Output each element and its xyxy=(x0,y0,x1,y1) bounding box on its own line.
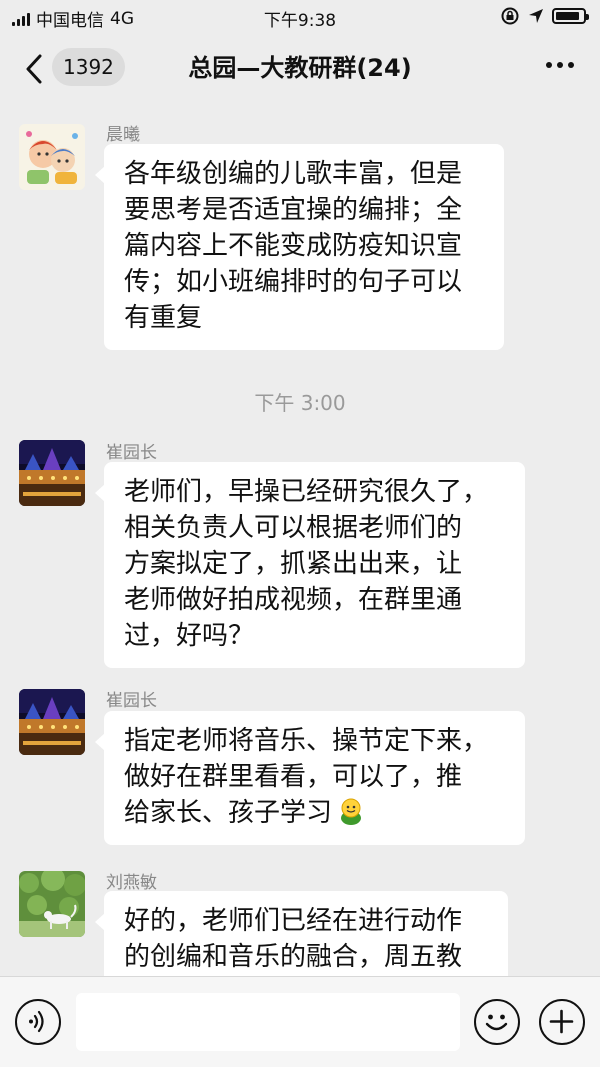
message-text: 要思考是否适宜操的编排；全 xyxy=(124,195,463,225)
smiling-face-emoji xyxy=(341,798,362,825)
avatar[interactable] xyxy=(19,124,85,190)
message-text: 篇内容上不能变成防疫知识宣 xyxy=(124,231,463,261)
sender-name: 崔园长 xyxy=(106,691,157,711)
rotation-lock-icon xyxy=(501,7,519,25)
unread-count-badge[interactable]: 1392 xyxy=(52,48,125,86)
message-bubble[interactable]: 指定老师将音乐、操节定下来， 做好在群里看看，可以了，推 给家长、孩子学习 xyxy=(95,711,525,845)
status-right xyxy=(500,6,589,26)
input-bar xyxy=(0,976,600,1067)
location-icon xyxy=(529,9,543,23)
time-divider: 下午 3:00 xyxy=(254,391,346,415)
message-bubble[interactable]: 老师们，早操已经研究很久了， 相关负责人可以根据老师们的 方案拟定了，抓紧出出来… xyxy=(95,462,525,668)
message-text: 的创编和音乐的融合，周五教 xyxy=(124,942,463,972)
message-text: 做好在群里看看，可以了，推 xyxy=(124,762,463,792)
chat-title: 总园—大教研群(24) xyxy=(188,54,412,82)
voice-icon[interactable] xyxy=(15,999,61,1045)
message-bubble[interactable]: 各年级创编的儿歌丰富，但是 要思考是否适宜操的编排；全 篇内容上不能变成防疫知识… xyxy=(95,144,504,350)
message-input[interactable] xyxy=(76,993,460,1051)
battery-fill xyxy=(556,12,580,20)
message-text: 各年级创编的儿歌丰富，但是 xyxy=(124,159,463,189)
sender-name: 崔园长 xyxy=(106,443,157,463)
avatar[interactable] xyxy=(19,440,85,506)
more-dots-icon[interactable] xyxy=(546,62,574,68)
sender-name: 刘燕敏 xyxy=(106,873,157,893)
battery-icon xyxy=(552,8,589,24)
message-text: 传；如小班编排时的句子可以 xyxy=(124,267,463,297)
message-text: 过，好吗？ xyxy=(124,621,255,651)
message-text: 老师做好拍成视频，在群里通 xyxy=(124,585,463,615)
chat-list[interactable]: 晨曦 各年级创编的儿歌丰富，但是 要思考是否适宜操的编排；全 篇内容上不能变成防… xyxy=(0,104,600,976)
chevron-left-icon[interactable] xyxy=(22,50,48,88)
status-bar: 中国电信 4G 下午9:38 xyxy=(0,0,600,34)
message-text: 相关负责人可以根据老师们的 xyxy=(124,513,463,543)
nav-bar: 1392 总园—大教研群(24) xyxy=(0,34,600,104)
sender-name: 晨曦 xyxy=(106,125,140,145)
emoji-icon[interactable] xyxy=(474,999,520,1045)
message-text: 给家长、孩子学习 xyxy=(124,798,333,828)
message-text: 指定老师将音乐、操节定下来， xyxy=(124,726,489,756)
avatar[interactable] xyxy=(19,871,85,937)
plus-icon[interactable] xyxy=(539,999,585,1045)
message-text: 好的，老师们已经在进行动作 xyxy=(124,906,463,936)
message-last-line: 给家长、孩子学习 xyxy=(124,795,505,831)
message-bubble[interactable]: 好的，老师们已经在进行动作 的创编和音乐的融合，周五教 xyxy=(95,891,508,976)
message-text: 老师们，早操已经研究很久了， xyxy=(124,477,489,507)
avatar[interactable] xyxy=(19,689,85,755)
message-text: 有重复 xyxy=(124,303,203,333)
message-text: 方案拟定了，抓紧出出来，让 xyxy=(124,549,463,579)
